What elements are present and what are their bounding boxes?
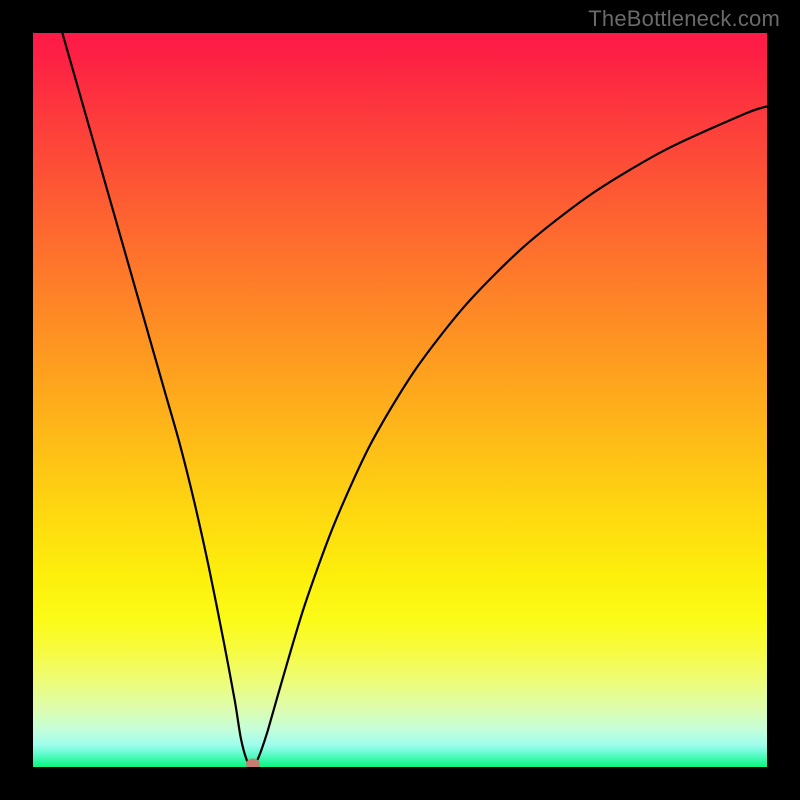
- watermark-text: TheBottleneck.com: [588, 6, 780, 32]
- chart-container: TheBottleneck.com: [0, 0, 800, 800]
- plot-area: [33, 33, 767, 767]
- bottleneck-curve: [62, 33, 767, 767]
- curve-layer: [33, 33, 767, 767]
- optimum-marker: [246, 759, 260, 767]
